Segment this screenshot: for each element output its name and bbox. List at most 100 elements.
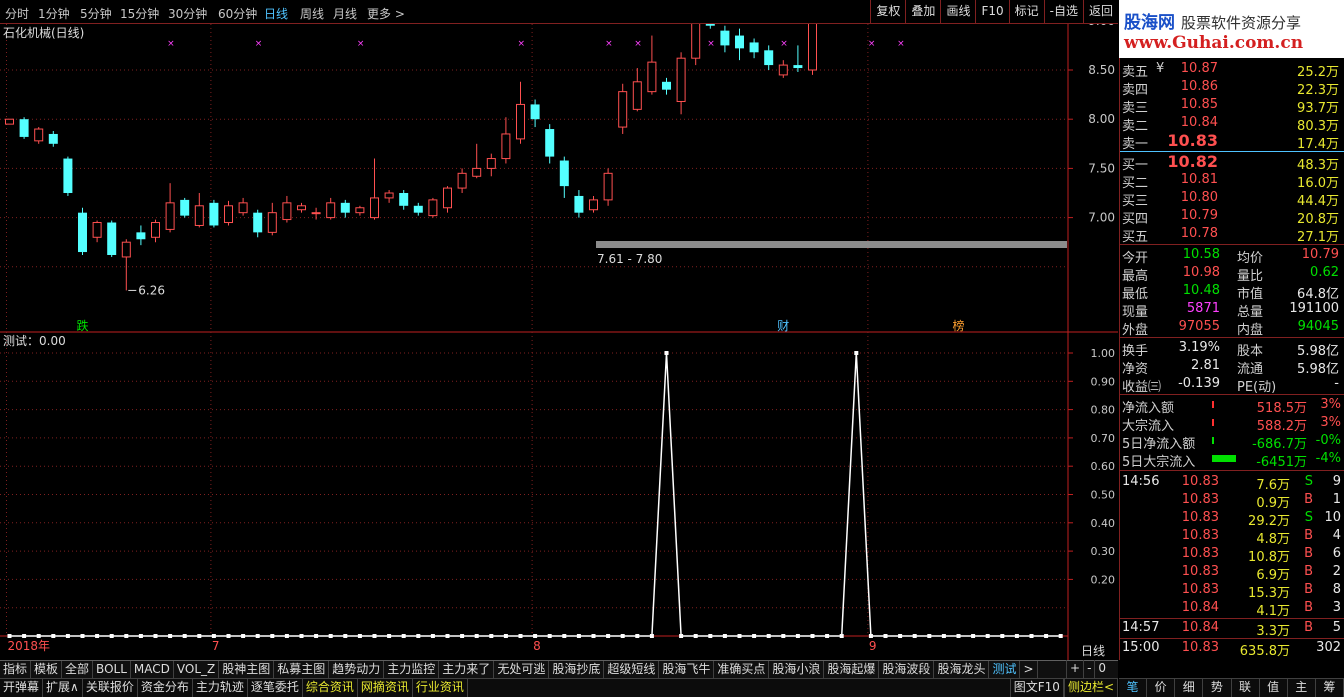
indicator-tab-19[interactable]: 股海龙头 [934, 661, 990, 678]
right-tab-3[interactable]: 势 [1203, 679, 1232, 697]
tick-volume: 635.8万 [1239, 644, 1290, 659]
indicator-point [299, 634, 304, 638]
candle-body [530, 104, 540, 120]
indicator-tab-0[interactable]: 指标 [0, 661, 32, 678]
tick-price: 10.83 [1181, 474, 1219, 489]
indicator-point [270, 634, 275, 638]
indicator-tab-4[interactable]: MACD [131, 661, 174, 678]
indicator-tab-17[interactable]: 股海起爆 [824, 661, 880, 678]
indicator-tab-14[interactable]: 股海飞牛 [659, 661, 715, 678]
indicator-title: 测试：0.00 [3, 333, 66, 348]
indicator-tab-3[interactable]: BOLL [93, 661, 131, 678]
candle-body [399, 193, 409, 206]
bottom-right-button-0[interactable]: 图文F10 [1009, 679, 1064, 697]
right-tab-6[interactable]: 主 [1288, 679, 1316, 697]
indicator-tab-1[interactable]: 模板 [31, 661, 63, 678]
period-tab-4[interactable]: 30分钟 [168, 5, 207, 22]
indicator-tab-7[interactable]: 私募主图 [274, 661, 330, 678]
tick-row: 10.83 4.8万 B 4 [1120, 527, 1344, 547]
candle-body [486, 158, 496, 169]
indicator-tab-18[interactable]: 股海波段 [879, 661, 935, 678]
candle-body [632, 81, 642, 110]
toolbar-button-3[interactable]: F10 [975, 0, 1008, 24]
indicator-tab-13[interactable]: 超级短线 [604, 661, 660, 678]
indicator-point [810, 634, 815, 638]
period-tab-8[interactable]: 月线 [333, 5, 357, 22]
indicator-tab-8[interactable]: 趋势动力 [329, 661, 385, 678]
event-mark: × [255, 39, 263, 49]
tick-count: 10 [1324, 510, 1341, 525]
right-tab-5[interactable]: 值 [1260, 679, 1288, 697]
right-tab-2[interactable]: 细 [1175, 679, 1204, 697]
indicator-tab-5[interactable]: VOL_Z [174, 661, 220, 678]
indicator-point [956, 634, 961, 638]
period-tab-9[interactable]: 更多 > [367, 5, 405, 22]
period-tab-1[interactable]: 1分钟 [38, 5, 70, 22]
period-tab-5[interactable]: 60分钟 [218, 5, 257, 22]
right-tab-7[interactable]: 筹 [1316, 679, 1344, 697]
event-mark: × [357, 39, 365, 49]
right-tab-0[interactable]: 笔 [1119, 679, 1148, 697]
tick-count: 8 [1332, 582, 1341, 597]
toolbar-button-6[interactable]: 返回 [1082, 0, 1118, 24]
right-tab-4[interactable]: 联 [1232, 679, 1260, 697]
indicator-tab-16[interactable]: 股海小浪 [769, 661, 825, 678]
sell-row: 卖五 ¥10.87 25.2万 [1120, 60, 1344, 80]
indicator-point [795, 634, 800, 638]
bottom-button-0[interactable]: 开弹幕 [0, 679, 44, 697]
date-label: 8 [533, 639, 541, 653]
indicator-point [95, 634, 100, 638]
buy-row: 买四 10.79 20.8万 [1120, 207, 1344, 227]
tick-row: 10.83 10.8万 B 6 [1120, 545, 1344, 565]
low-label: 6.26 [138, 283, 165, 297]
bottom-button-3[interactable]: 资金分布 [138, 679, 193, 697]
kline-chart[interactable]: 石化机械(日线)测试：0.0011.0010.5010.009.509.008.… [0, 24, 1118, 660]
indicator-tab-15[interactable]: 准确买点 [714, 661, 770, 678]
stat-label: 外盘 [1122, 323, 1149, 338]
indicator-point [416, 634, 421, 638]
indicator-tab-21[interactable]: > [1020, 661, 1038, 678]
indicator-tab-11[interactable]: 无处可逃 [494, 661, 550, 678]
toolbar-button-5[interactable]: -自选 [1043, 0, 1083, 24]
candle-body [194, 205, 204, 226]
toolbar-button-1[interactable]: 叠加 [905, 0, 940, 24]
indicator-tab-9[interactable]: 主力监控 [384, 661, 440, 678]
indicator-tab-12[interactable]: 股海抄底 [549, 661, 605, 678]
period-tab-2[interactable]: 5分钟 [80, 5, 112, 22]
candle-body [516, 103, 525, 140]
bottom-button-1[interactable]: 扩展∧ [43, 679, 83, 697]
zoom-button-0[interactable]: + [1066, 660, 1083, 678]
candle-body [603, 172, 613, 201]
period-tab-6[interactable]: 日线 [264, 5, 288, 22]
candles [5, 24, 817, 291]
candle-body [793, 65, 803, 69]
toolbar-button-4[interactable]: 标记 [1008, 0, 1044, 24]
zoom-button-1[interactable]: - [1083, 660, 1094, 678]
indicator-point [36, 634, 41, 638]
right-panel-tabs: 笔价细势联值主筹 [1119, 678, 1344, 697]
indicator-tab-6[interactable]: 股神主图 [219, 661, 275, 678]
buy-price: 10.78 [1180, 226, 1218, 241]
bottom-button-6[interactable]: 综合资讯 [303, 679, 358, 697]
zoom-button-2[interactable]: 0 [1094, 660, 1109, 678]
indicator-tab-2[interactable]: 全部 [62, 661, 94, 678]
tick-time: 14:57 [1122, 620, 1160, 635]
bottom-button-4[interactable]: 主力轨迹 [193, 679, 248, 697]
period-tab-3[interactable]: 15分钟 [120, 5, 159, 22]
bottom-right-button-1[interactable]: 侧边栏< [1063, 679, 1118, 697]
indicator-tab-10[interactable]: 主力来了 [439, 661, 495, 678]
bottom-button-2[interactable]: 关联报价 [83, 679, 138, 697]
right-tab-1[interactable]: 价 [1147, 679, 1176, 697]
bottom-button-5[interactable]: 逐笔委托 [248, 679, 303, 697]
stat-value: 10.48 [1182, 283, 1220, 298]
indicator-point [138, 634, 143, 638]
bottom-button-8[interactable]: 行业资讯 [413, 679, 468, 697]
tick-price: 10.83 [1181, 640, 1219, 655]
period-tab-7[interactable]: 周线 [300, 5, 324, 22]
indicator-tab-20[interactable]: 测试 [989, 661, 1021, 678]
bottom-button-7[interactable]: 网摘资讯 [358, 679, 413, 697]
toolbar-button-2[interactable]: 画线 [940, 0, 975, 24]
toolbar-button-0[interactable]: 复权 [870, 0, 905, 24]
indicator-point [576, 634, 581, 638]
period-tab-0[interactable]: 分时 [5, 5, 29, 22]
